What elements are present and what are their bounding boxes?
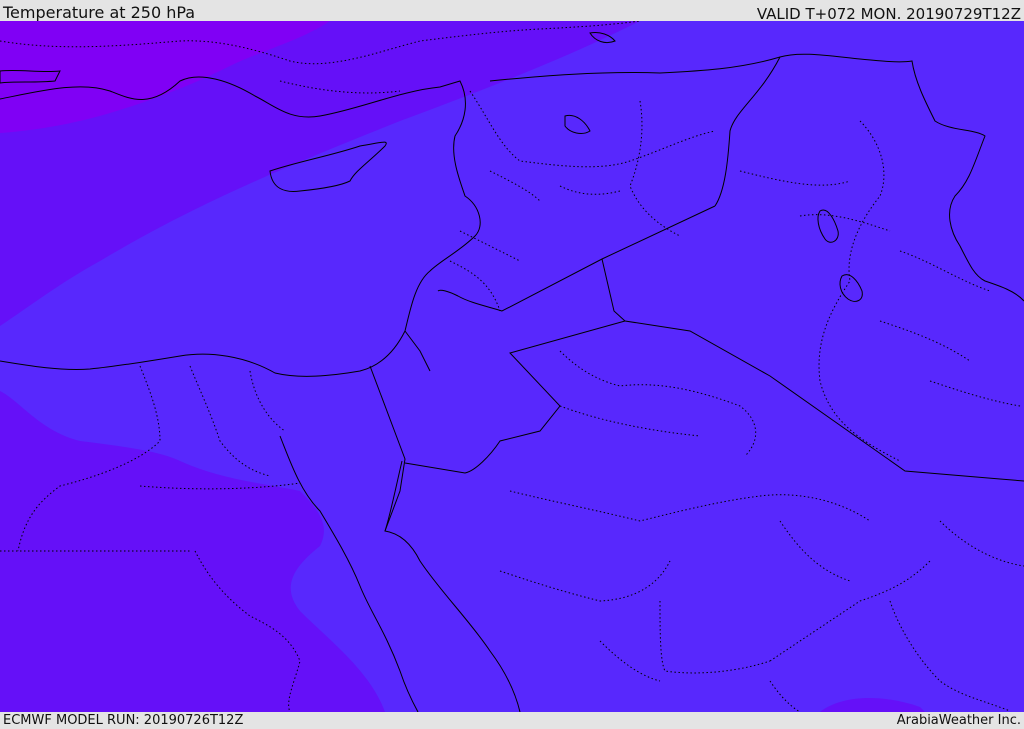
footer-bar: ECMWF MODEL RUN: 20190726T12Z ArabiaWeat… xyxy=(0,712,1024,729)
map-title: Temperature at 250 hPa xyxy=(3,3,196,22)
temperature-map[interactable] xyxy=(0,21,1024,712)
map-svg xyxy=(0,21,1024,712)
credit-label: ArabiaWeather Inc. xyxy=(896,713,1021,728)
model-run-label: ECMWF MODEL RUN: 20190726T12Z xyxy=(3,713,244,728)
header-bar: Temperature at 250 hPa VALID T+072 MON. … xyxy=(0,0,1024,23)
